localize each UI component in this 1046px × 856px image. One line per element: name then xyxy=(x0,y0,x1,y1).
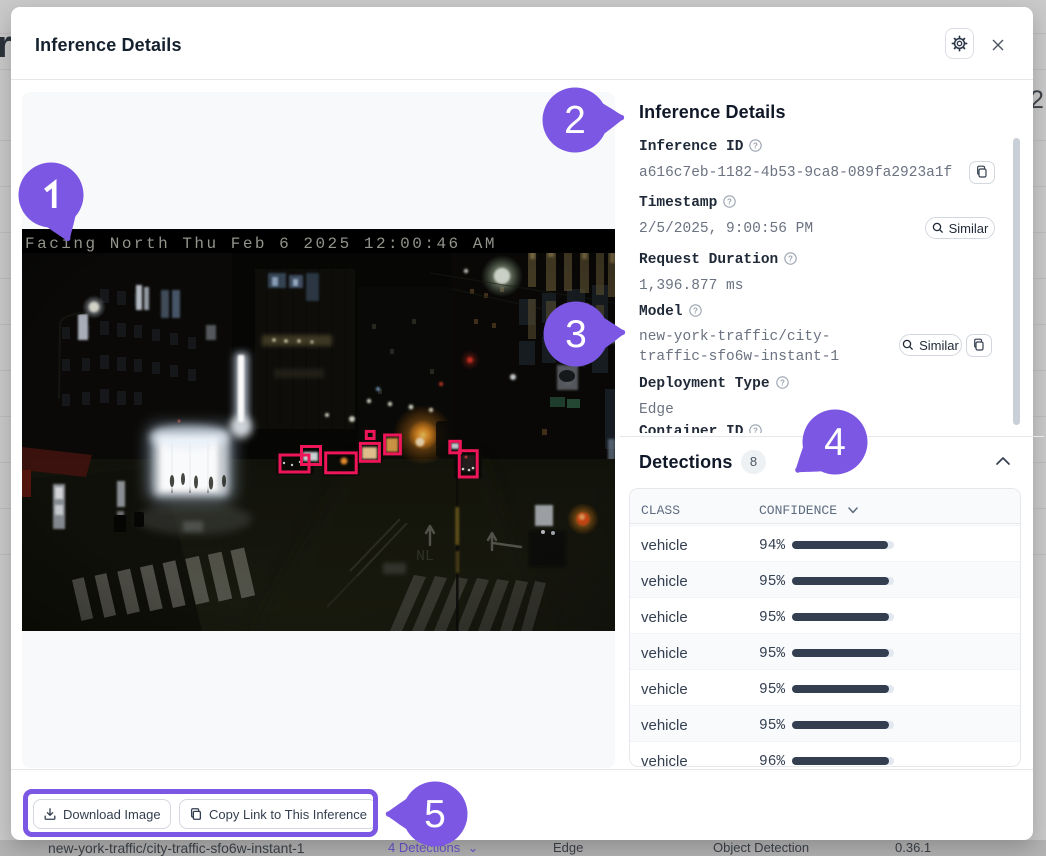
svg-text:4: 4 xyxy=(825,421,847,464)
svg-text:5: 5 xyxy=(424,793,446,836)
svg-text:2: 2 xyxy=(564,99,586,142)
svg-text:?: ? xyxy=(727,197,732,206)
svg-text:3: 3 xyxy=(565,313,587,356)
svg-text:?: ? xyxy=(753,426,758,433)
svg-text:?: ? xyxy=(753,141,758,150)
svg-text:?: ? xyxy=(788,254,793,263)
svg-text:?: ? xyxy=(693,306,698,315)
